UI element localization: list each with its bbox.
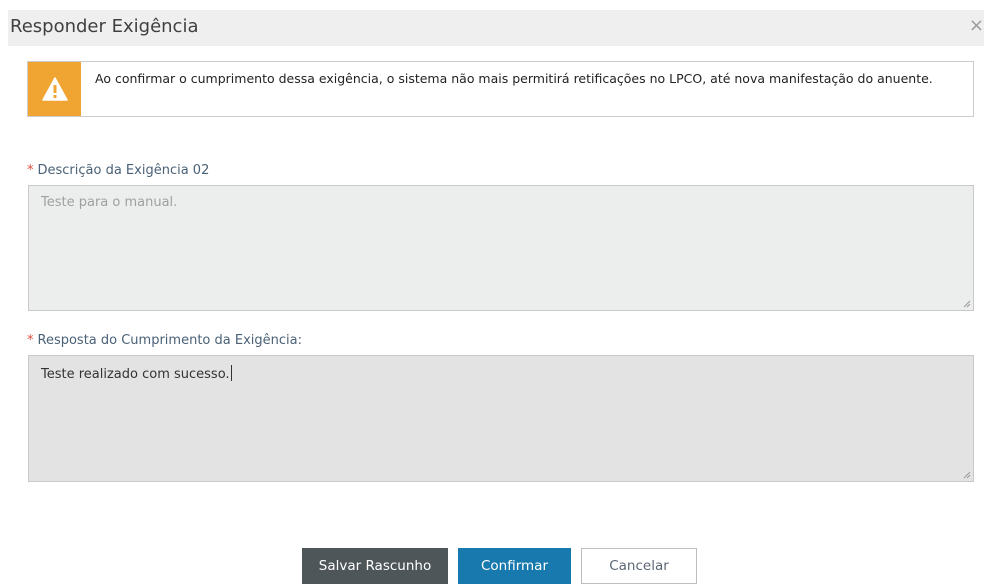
resize-handle-icon[interactable] (963, 300, 971, 308)
required-mark: * (27, 163, 34, 178)
response-textarea[interactable]: Teste realizado com sucesso. (28, 355, 974, 482)
text-cursor (230, 365, 232, 381)
resize-handle-icon[interactable] (963, 471, 971, 479)
description-label: * Descrição da Exigência 02 (27, 163, 209, 178)
cancel-button[interactable]: Cancelar (581, 548, 697, 584)
description-textarea[interactable]: Teste para o manual. (28, 185, 974, 311)
warning-icon (41, 77, 68, 101)
alert-icon-container (28, 62, 81, 116)
required-mark: * (27, 333, 34, 348)
response-value: Teste realizado com sucesso. (41, 367, 230, 382)
close-icon[interactable]: × (969, 15, 984, 37)
description-value: Teste para o manual. (41, 195, 178, 210)
response-label-text: Resposta do Cumprimento da Exigência: (37, 333, 302, 348)
description-label-text: Descrição da Exigência 02 (37, 163, 210, 178)
alert-message: Ao confirmar o cumprimento dessa exigênc… (95, 71, 933, 86)
response-label: * Resposta do Cumprimento da Exigência: (27, 333, 302, 348)
confirm-button[interactable]: Confirmar (458, 548, 571, 584)
save-draft-button[interactable]: Salvar Rascunho (302, 548, 448, 584)
dialog-title: Responder Exigência (10, 16, 199, 37)
dialog-header: Responder Exigência × (8, 10, 984, 46)
warning-alert: Ao confirmar o cumprimento dessa exigênc… (27, 61, 974, 117)
